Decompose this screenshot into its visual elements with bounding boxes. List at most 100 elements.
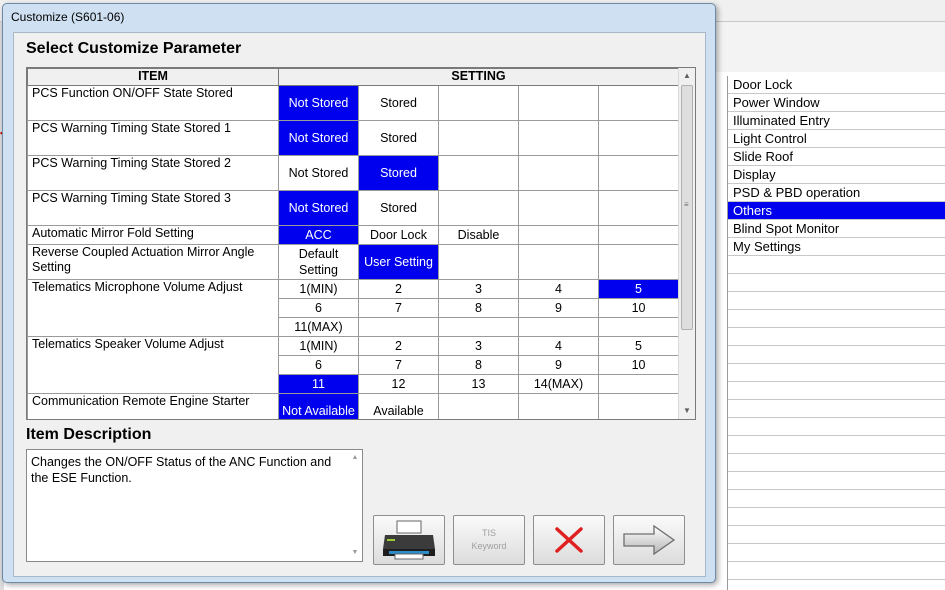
setting-option[interactable]: 5 <box>597 336 680 356</box>
setting-option[interactable]: 11 <box>278 374 359 394</box>
category-item[interactable]: Door Lock <box>728 76 945 94</box>
setting-option[interactable]: 2 <box>358 336 439 356</box>
setting-option[interactable]: 1(MIN) <box>278 279 359 299</box>
scroll-up-arrow-icon[interactable]: ▲ <box>348 450 362 466</box>
category-empty-row <box>728 310 945 328</box>
category-item[interactable]: My Settings <box>728 238 945 256</box>
customize-dialog: Customize (S601-06) Select Customize Par… <box>2 3 716 583</box>
table-row: Automatic Mirror Fold Setting ACC Door Loc… <box>27 225 680 245</box>
setting-option[interactable]: 7 <box>358 298 439 318</box>
category-empty-row <box>728 490 945 508</box>
grid-scrollbar[interactable]: ▲ ≡ ▼ <box>678 68 695 419</box>
item-description-text: Changes the ON/OFF Status of the ANC Fun… <box>31 455 332 485</box>
param-heading: Select Customize Parameter <box>26 40 242 57</box>
dialog-title: Customize (S601-06) <box>11 10 125 24</box>
setting-option[interactable]: 2 <box>358 279 439 299</box>
setting-option[interactable]: Not Stored <box>278 85 359 121</box>
category-item[interactable]: Slide Roof <box>728 148 945 166</box>
category-empty-row <box>728 364 945 382</box>
category-item[interactable]: Blind Spot Monitor <box>728 220 945 238</box>
category-item[interactable]: Illuminated Entry <box>728 112 945 130</box>
category-empty-row <box>728 526 945 544</box>
setting-option[interactable]: Stored <box>358 85 439 121</box>
setting-option[interactable]: 9 <box>518 355 599 375</box>
setting-option[interactable]: 11(MAX) <box>278 317 359 337</box>
empty-cell <box>597 225 680 245</box>
item-name-cell[interactable]: PCS Warning Timing State Stored 1 <box>27 120 279 156</box>
setting-option[interactable]: Not Stored <box>278 155 359 191</box>
setting-option[interactable]: 7 <box>358 355 439 375</box>
item-name-cell[interactable]: Reverse Coupled Actuation Mirror Angle S… <box>27 244 279 280</box>
category-item[interactable]: Light Control <box>728 130 945 148</box>
setting-option[interactable]: Not Available <box>278 393 359 419</box>
scroll-up-arrow-icon[interactable]: ▲ <box>679 68 695 84</box>
empty-cell <box>438 120 519 156</box>
setting-option[interactable]: Stored <box>358 155 439 191</box>
scroll-down-arrow-icon[interactable]: ▼ <box>679 403 695 419</box>
table-row: Telematics Microphone Volume Adjust 1(MIN… <box>27 279 680 337</box>
setting-option[interactable]: 5 <box>597 279 680 299</box>
setting-option[interactable]: 9 <box>518 298 599 318</box>
tis-label: TIS <box>481 528 496 538</box>
next-button[interactable] <box>613 515 685 565</box>
category-list[interactable]: Door Lock Power Window Illuminated Entry Li… <box>727 76 945 590</box>
category-empty-row <box>728 328 945 346</box>
setting-option[interactable]: 13 <box>438 374 519 394</box>
scroll-thumb[interactable]: ≡ <box>681 85 693 330</box>
setting-option[interactable]: 14(MAX) <box>518 374 599 394</box>
empty-cell <box>597 317 680 337</box>
category-item[interactable]: Power Window <box>728 94 945 112</box>
right-arrow-icon <box>623 524 676 556</box>
setting-option[interactable]: Stored <box>358 120 439 156</box>
setting-option[interactable]: 4 <box>518 279 599 299</box>
category-empty-row <box>728 544 945 562</box>
setting-option[interactable]: 10 <box>597 355 680 375</box>
item-name-cell[interactable]: PCS Function ON/OFF State Stored <box>27 85 279 121</box>
setting-option[interactable]: Available <box>358 393 439 419</box>
category-item[interactable]: PSD & PBD operation <box>728 184 945 202</box>
red-x-icon <box>555 527 583 553</box>
description-scrollbar[interactable]: ▲ ▼ <box>348 450 362 561</box>
category-item[interactable]: Display <box>728 166 945 184</box>
item-name-cell[interactable]: PCS Warning Timing State Stored 2 <box>27 155 279 191</box>
print-button[interactable] <box>373 515 445 565</box>
setting-option[interactable]: 8 <box>438 298 519 318</box>
setting-option[interactable]: 6 <box>278 355 359 375</box>
setting-option[interactable]: 8 <box>438 355 519 375</box>
category-empty-row <box>728 472 945 490</box>
setting-option[interactable]: 3 <box>438 279 519 299</box>
item-name-cell[interactable]: Telematics Speaker Volume Adjust <box>27 336 279 394</box>
category-empty-row <box>728 400 945 418</box>
setting-option[interactable]: 12 <box>358 374 439 394</box>
category-item[interactable]: Others <box>728 202 945 220</box>
setting-option[interactable]: 3 <box>438 336 519 356</box>
setting-option[interactable]: Disable <box>438 225 519 245</box>
setting-option[interactable]: Not Stored <box>278 120 359 156</box>
setting-option[interactable]: Default Setting <box>278 244 359 280</box>
item-description-box[interactable]: Changes the ON/OFF Status of the ANC Fun… <box>26 449 363 562</box>
setting-option[interactable]: 6 <box>278 298 359 318</box>
category-empty-row <box>728 274 945 292</box>
tis-keyword-button[interactable]: TIS Keyword <box>453 515 525 565</box>
setting-option[interactable]: 1(MIN) <box>278 336 359 356</box>
setting-option[interactable]: Stored <box>358 190 439 226</box>
category-empty-row <box>728 256 945 274</box>
item-name-cell[interactable]: Communication Remote Engine Starter <box>27 393 279 419</box>
item-name-cell[interactable]: Automatic Mirror Fold Setting <box>27 225 279 245</box>
empty-cell <box>597 155 680 191</box>
setting-option[interactable]: ACC <box>278 225 359 245</box>
cancel-button[interactable] <box>533 515 605 565</box>
empty-cell <box>358 317 439 337</box>
setting-option[interactable]: 4 <box>518 336 599 356</box>
setting-option[interactable]: 10 <box>597 298 680 318</box>
empty-cell <box>518 120 599 156</box>
setting-option[interactable]: Not Stored <box>278 190 359 226</box>
item-name-cell[interactable]: Telematics Microphone Volume Adjust <box>27 279 279 337</box>
empty-cell <box>438 155 519 191</box>
scroll-down-arrow-icon[interactable]: ▼ <box>348 545 362 561</box>
empty-cell <box>597 393 680 419</box>
empty-cell <box>518 244 599 280</box>
setting-option[interactable]: User Setting <box>358 244 439 280</box>
item-name-cell[interactable]: PCS Warning Timing State Stored 3 <box>27 190 279 226</box>
setting-option[interactable]: Door Lock <box>358 225 439 245</box>
